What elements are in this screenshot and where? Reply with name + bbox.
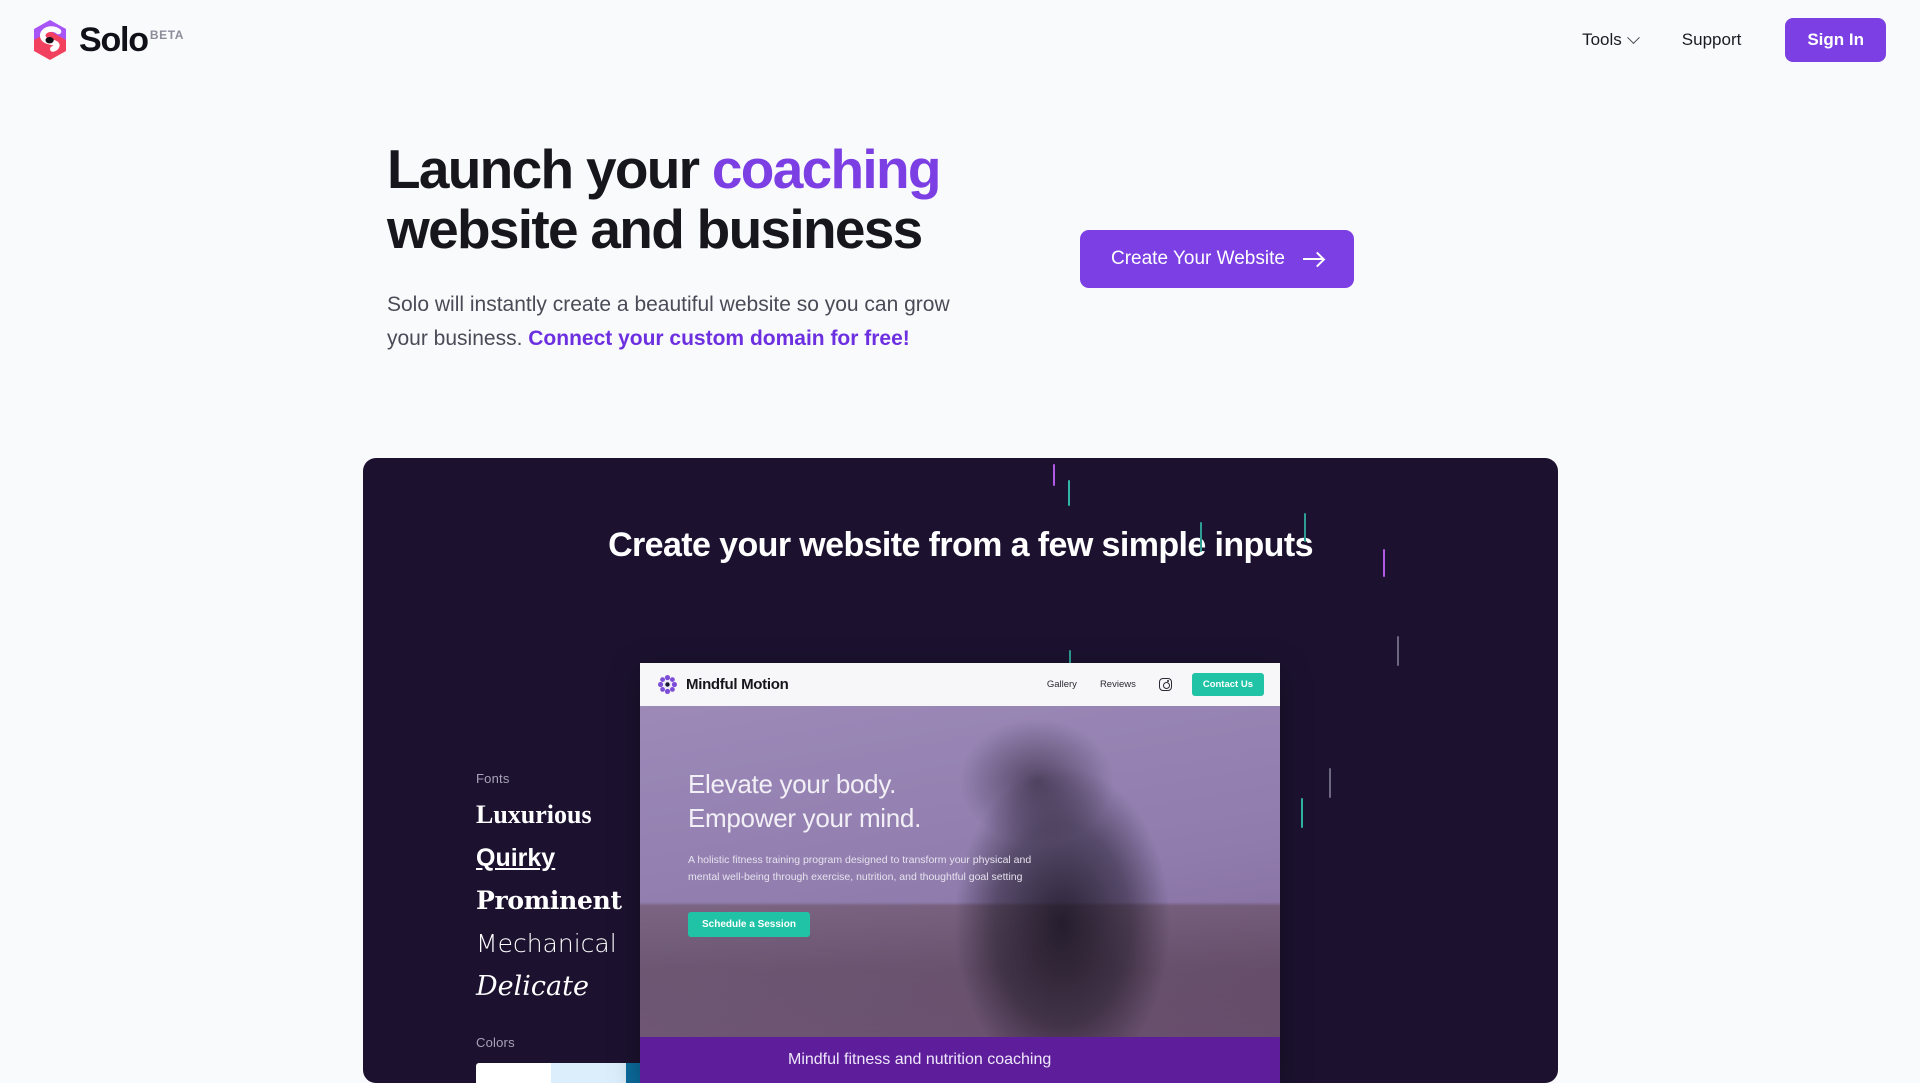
preview-nav-gallery[interactable]: Gallery bbox=[1047, 679, 1077, 690]
chevron-down-icon bbox=[1626, 30, 1640, 44]
preview-schedule-button[interactable]: Schedule a Session bbox=[688, 911, 810, 937]
font-option-mechanical[interactable]: Mechanical bbox=[476, 930, 666, 958]
instagram-icon[interactable] bbox=[1158, 678, 1172, 691]
nav-item-support-label: Support bbox=[1681, 30, 1742, 49]
arrow-right-icon bbox=[1302, 252, 1323, 266]
preview-hero-copy: Elevate your body. Empower your mind. A … bbox=[688, 768, 1108, 937]
preview-hero: Elevate your body. Empower your mind. A … bbox=[640, 706, 1280, 1083]
brand-logo[interactable]: Solo BETA bbox=[30, 19, 184, 61]
font-option-quirky[interactable]: Quirky bbox=[476, 844, 666, 873]
hero-subtitle: Solo will instantly create a beautiful w… bbox=[387, 288, 995, 356]
color-swatch[interactable] bbox=[551, 1063, 626, 1083]
preview-hero-line2: Empower your mind. bbox=[688, 802, 922, 833]
decorative-tick bbox=[1304, 513, 1306, 542]
preview-contact-button[interactable]: Contact Us bbox=[1191, 673, 1264, 696]
fonts-label: Fonts bbox=[476, 771, 510, 786]
nav-item-support[interactable]: Support bbox=[1682, 30, 1742, 50]
showcase-title: Create your website from a few simple in… bbox=[608, 526, 1313, 564]
decorative-tick bbox=[1053, 464, 1055, 486]
font-option-delicate[interactable]: Delicate bbox=[476, 972, 666, 1002]
page-title: Launch your coaching website and busines… bbox=[387, 138, 995, 260]
sign-in-button[interactable]: Sign In bbox=[1785, 18, 1886, 62]
decorative-tick bbox=[1397, 636, 1399, 666]
hero-title-accent: coaching bbox=[711, 138, 942, 200]
mindful-motion-flower-logo-icon bbox=[658, 675, 677, 694]
create-website-button[interactable]: Create Your Website bbox=[1080, 230, 1354, 288]
decorative-tick bbox=[1383, 549, 1385, 577]
preview-footer-tagline: Mindful fitness and nutrition coaching bbox=[788, 1051, 1052, 1068]
hero-copy: Launch your coaching website and busines… bbox=[295, 138, 995, 356]
beta-badge: BETA bbox=[149, 28, 185, 42]
preview-navigation: Mindful Motion Gallery Reviews Contact U… bbox=[640, 663, 1280, 706]
decorative-tick bbox=[1068, 480, 1070, 506]
nav-item-tools[interactable]: Tools bbox=[1582, 30, 1640, 50]
preview-hero-paragraph: A holistic fitness training program desi… bbox=[688, 853, 1032, 883]
solo-hexagon-logo-icon bbox=[30, 19, 70, 61]
color-swatch[interactable] bbox=[476, 1063, 551, 1083]
preview-footer-bar: Mindful fitness and nutrition coaching bbox=[640, 1037, 1280, 1083]
hero-inner: Launch your coaching website and busines… bbox=[295, 138, 1625, 356]
hero-section: Launch your coaching website and busines… bbox=[0, 138, 1920, 356]
font-option-prominent[interactable]: Prominent bbox=[476, 887, 666, 915]
font-option-luxurious[interactable]: Luxurious bbox=[476, 800, 666, 830]
fonts-panel: Fonts Luxurious Quirky Prominent Mechani… bbox=[476, 771, 666, 1002]
website-preview-mockup: Mindful Motion Gallery Reviews Contact U… bbox=[640, 663, 1280, 1083]
decorative-tick bbox=[1329, 768, 1331, 798]
decorative-tick bbox=[1301, 798, 1303, 828]
top-navigation-bar: Solo BETA Tools Support Sign In bbox=[0, 0, 1920, 80]
preview-brand-name: Mindful Motion bbox=[686, 676, 789, 693]
decorative-tick bbox=[1200, 522, 1202, 552]
preview-nav-reviews[interactable]: Reviews bbox=[1100, 679, 1136, 690]
hero-title-part1: Launch your bbox=[387, 138, 712, 200]
preview-hero-line1: Elevate your body. bbox=[688, 769, 897, 799]
brand-name: Solo bbox=[79, 21, 149, 59]
hero-cta-wrap: Create Your Website bbox=[995, 140, 1354, 288]
hero-title-part2: website and business bbox=[387, 197, 923, 260]
create-website-button-label: Create Your Website bbox=[1111, 248, 1285, 269]
showcase-panel: Create your website from a few simple in… bbox=[363, 458, 1558, 1083]
nav-item-tools-label: Tools bbox=[1582, 30, 1622, 49]
custom-domain-link[interactable]: Connect your custom domain for free! bbox=[528, 327, 910, 350]
